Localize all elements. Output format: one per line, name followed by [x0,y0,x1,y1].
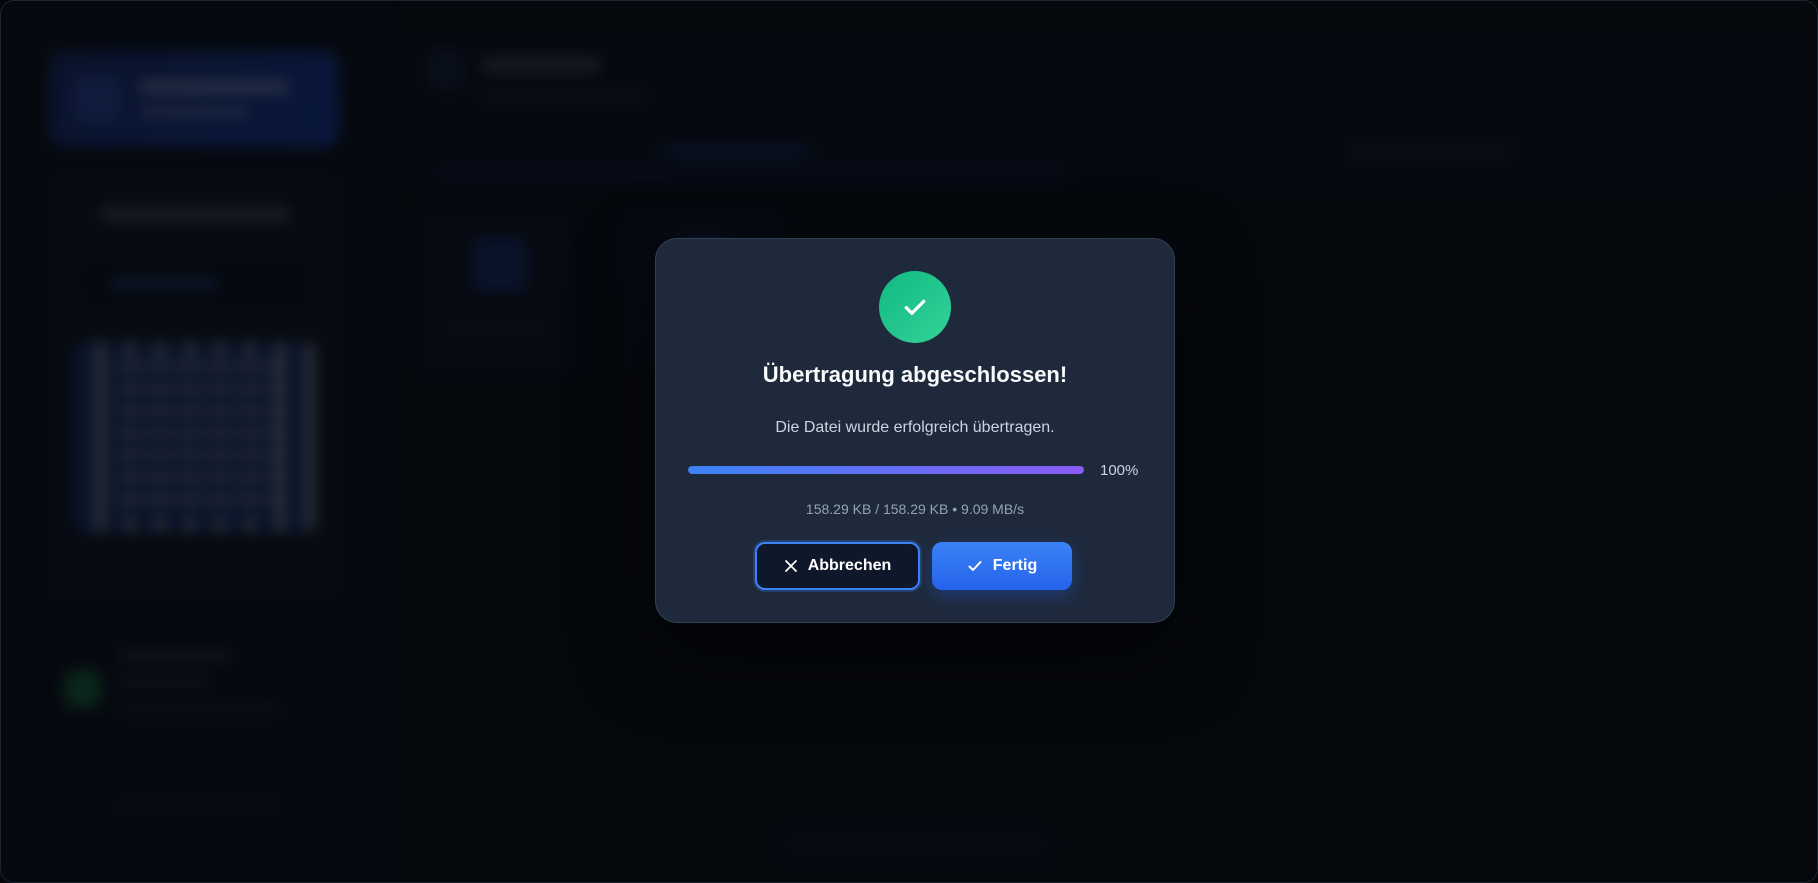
progress-fill [688,466,1084,474]
app-window: Übertragung abgeschlossen! Die Datei wur… [0,0,1818,883]
done-button[interactable]: Fertig [932,542,1072,590]
close-icon [784,559,798,573]
transfer-stats: 158.29 KB / 158.29 KB • 9.09 MB/s [805,501,1025,517]
checkmark-icon [967,558,983,574]
transfer-complete-dialog: Übertragung abgeschlossen! Die Datei wur… [655,238,1175,623]
dialog-message: Die Datei wurde erfolgreich übertragen. [775,419,1055,436]
cancel-button[interactable]: Abbrechen [755,542,920,590]
progress-bar [688,466,1084,474]
cancel-button-label: Abbrechen [807,557,892,574]
progress-percent: 100% [1100,462,1139,479]
dialog-title: Übertragung abgeschlossen! [762,362,1068,387]
checkmark-icon [879,271,951,343]
done-button-label: Fertig [992,557,1038,574]
